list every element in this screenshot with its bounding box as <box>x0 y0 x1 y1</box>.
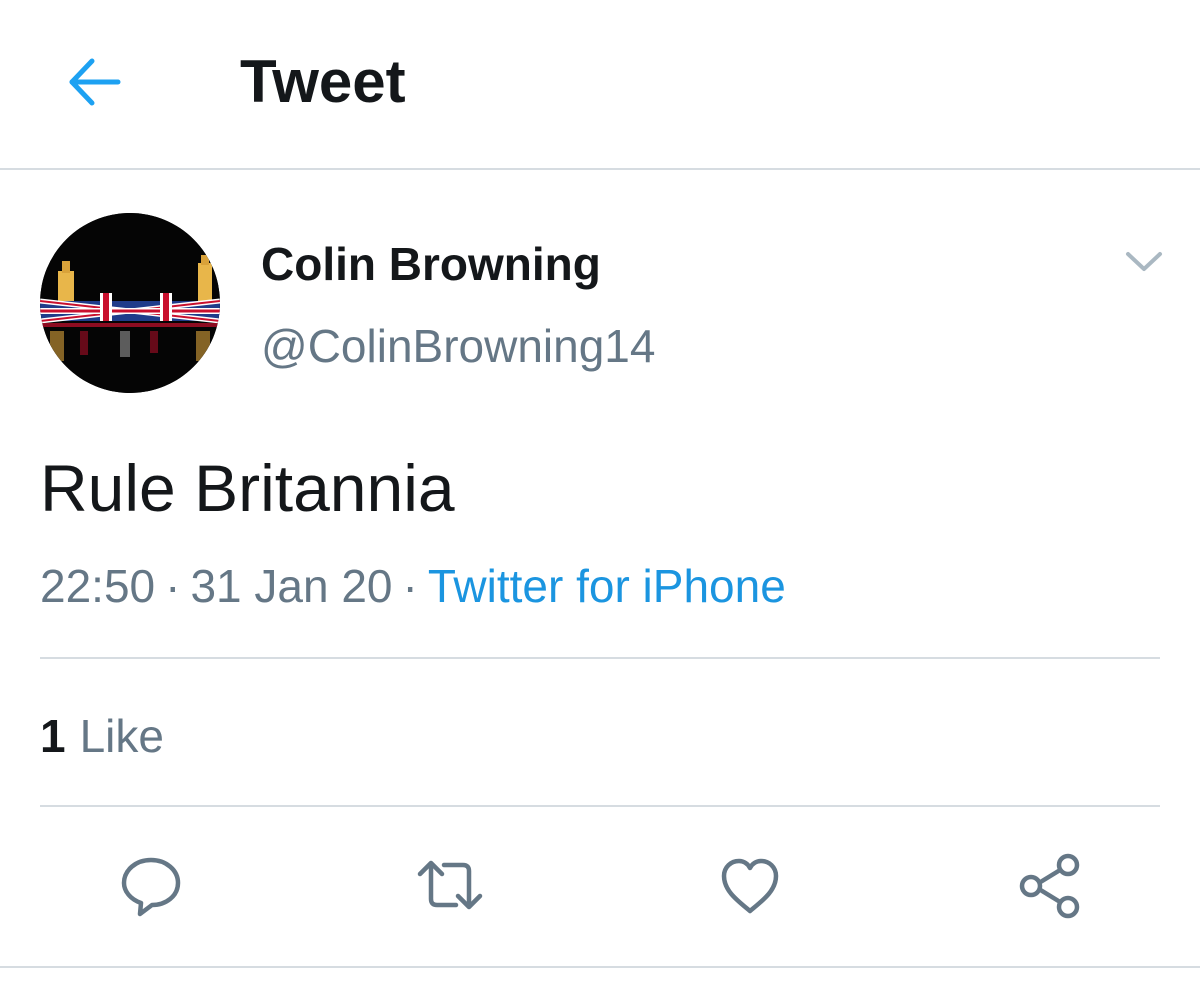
likes-stat[interactable]: 1 Like <box>40 708 164 764</box>
tweet-detail-page: Tweet Colin Browning @ColinBrowning14 Ru… <box>0 0 1200 1003</box>
like-button[interactable] <box>712 848 788 924</box>
share-button[interactable] <box>1011 848 1087 924</box>
avatar-image <box>40 213 220 393</box>
divider <box>40 657 1160 659</box>
divider <box>40 805 1160 807</box>
avatar[interactable] <box>40 213 220 393</box>
back-button[interactable] <box>58 46 130 118</box>
chevron-down-icon[interactable] <box>1124 250 1164 274</box>
tweet-text: Rule Britannia <box>40 451 455 525</box>
page-title: Tweet <box>240 48 406 115</box>
heart-icon[interactable] <box>718 856 782 916</box>
meta-separator: · <box>165 560 181 612</box>
tweet-metadata: 22:50 · 31 Jan 20 · Twitter for iPhone <box>40 558 786 614</box>
share-icon[interactable] <box>1015 852 1083 920</box>
tweet-source-link[interactable]: Twitter for iPhone <box>428 560 786 612</box>
divider <box>0 966 1200 968</box>
like-label: Like <box>79 710 164 762</box>
reply-icon[interactable] <box>119 854 183 918</box>
tweet-date: 31 Jan 20 <box>190 560 393 612</box>
retweet-button[interactable] <box>412 848 488 924</box>
reply-button[interactable] <box>113 848 189 924</box>
author-display-name[interactable]: Colin Browning <box>261 236 601 292</box>
meta-separator: · <box>402 560 418 612</box>
like-count: 1 <box>40 710 66 762</box>
tweet-time: 22:50 <box>40 560 156 612</box>
tweet-options-button[interactable] <box>1116 240 1172 284</box>
author-username[interactable]: @ColinBrowning14 <box>261 318 655 374</box>
top-bar: Tweet <box>0 0 1200 170</box>
retweet-icon[interactable] <box>414 854 486 918</box>
back-arrow-icon[interactable] <box>64 52 124 112</box>
